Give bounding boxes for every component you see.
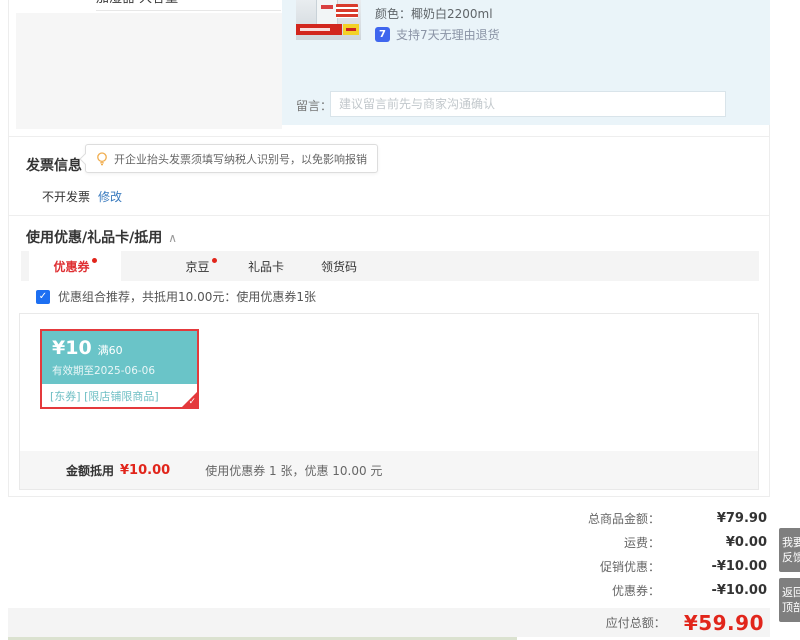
product-color-label: 颜色：椰奶白2200ml <box>375 7 493 21</box>
combo-recommend-row: ✓ 优惠组合推荐，共抵用10.00元：使用优惠券1张 <box>36 288 316 305</box>
divider <box>9 136 769 137</box>
divider <box>9 215 769 216</box>
collapse-chevron-icon[interactable]: ∧ <box>168 231 177 245</box>
feedback-button[interactable]: 我要反馈 <box>779 528 800 572</box>
coupon-tabbar: 优惠券 京豆 礼品卡 领货码 <box>21 251 759 281</box>
invoice-tip-text: 开企业抬头发票须填写纳税人识别号，以免影响报销 <box>114 152 367 166</box>
message-label: 留言： <box>296 99 333 113</box>
tab-jingdou-badge-dot <box>211 258 217 263</box>
check-icon: ✓ <box>188 397 196 407</box>
divider <box>96 10 281 11</box>
combo-checkbox[interactable]: ✓ <box>36 289 50 304</box>
summary-value: -¥10.00 <box>711 582 767 598</box>
product-detail-box: 颜色：椰奶白2200ml 7 支持7天无理由退货 留言： <box>282 0 770 125</box>
seven-day-return-icon: 7 <box>375 27 390 42</box>
invoice-tooltip: 开企业抬头发票须填写纳税人识别号，以免影响报销 <box>79 144 378 173</box>
return-policy-text: 支持7天无理由退货 <box>396 28 500 42</box>
summary-value: ¥0.00 <box>725 534 767 550</box>
summary-row-shipping: 运费： ¥0.00 <box>588 530 767 554</box>
return-policy-row: 7 支持7天无理由退货 <box>375 26 500 43</box>
invoice-edit-link[interactable]: 修改 <box>98 190 122 204</box>
tab-coupon-badge-dot <box>91 258 97 263</box>
tab-giftcard[interactable]: 礼品卡 <box>226 251 306 281</box>
invoice-status-row: 不开发票 修改 <box>42 188 122 205</box>
deduction-row: 金额抵用 ¥10.00 使用优惠券 1 张，优惠 10.00 元 <box>20 451 758 489</box>
invoice-title: 发票信息 <box>26 158 82 174</box>
product-list-box <box>16 13 282 129</box>
payable-bar: 应付总额： ¥59.90 <box>8 608 770 637</box>
product-image[interactable] <box>296 0 361 40</box>
summary-label: 优惠券： <box>611 583 660 598</box>
summary-row-coupon: 优惠券： -¥10.00 <box>588 578 767 602</box>
coupon-condition: 满60 <box>97 344 123 357</box>
deduction-amount: ¥10.00 <box>120 462 171 478</box>
summary-label: 促销优惠： <box>599 559 660 574</box>
coupon-card[interactable]: ¥10 满60 有效期至2025-06-06 [东券] [限店铺限商品] ✓ <box>40 329 199 409</box>
summary-row-total: 总商品金额： ¥79.90 <box>588 506 767 530</box>
order-panel: 加湿器 大容量 颜色：椰奶白2200ml 7 支持7天无理由退货 留言： 发票信… <box>8 0 770 497</box>
checkout-page: 加湿器 大容量 颜色：椰奶白2200ml 7 支持7天无理由退货 留言： 发票信… <box>0 0 800 640</box>
summary-value: -¥10.00 <box>711 558 767 574</box>
coupon-amount: ¥10 <box>52 337 92 359</box>
deduction-detail: 使用优惠券 1 张，优惠 10.00 元 <box>205 463 383 478</box>
clipped-product-title: 加湿器 大容量 <box>96 0 296 6</box>
message-input[interactable] <box>330 91 726 117</box>
summary-value: ¥79.90 <box>716 510 767 526</box>
tab-coupon[interactable]: 优惠券 <box>29 251 121 281</box>
lightbulb-icon <box>97 151 107 165</box>
coupon-list-box: ¥10 满60 有效期至2025-06-06 [东券] [限店铺限商品] ✓ 金额… <box>19 313 759 490</box>
summary-row-promo: 促销优惠： -¥10.00 <box>588 554 767 578</box>
invoice-current: 不开发票 <box>42 190 91 204</box>
deduction-label: 金额抵用 <box>66 463 115 478</box>
back-to-top-button[interactable]: 返回顶部 <box>779 578 800 622</box>
coupon-validity: 有效期至2025-06-06 <box>52 365 156 377</box>
payable-label: 应付总额： <box>605 616 666 630</box>
combo-label: 优惠组合推荐，共抵用10.00元：使用优惠券1张 <box>58 290 316 304</box>
summary-label: 运费： <box>623 535 660 550</box>
summary-label: 总商品金额： <box>587 511 660 526</box>
coupon-section-title: 使用优惠/礼品卡/抵用 ∧ <box>26 230 178 246</box>
coupon-tags: [东券] [限店铺限商品] <box>50 389 159 403</box>
tab-pickup-code[interactable]: 领货码 <box>299 251 379 281</box>
payable-value: ¥59.90 <box>683 610 764 635</box>
order-summary: 总商品金额： ¥79.90 运费： ¥0.00 促销优惠： -¥10.00 优惠… <box>588 506 767 602</box>
